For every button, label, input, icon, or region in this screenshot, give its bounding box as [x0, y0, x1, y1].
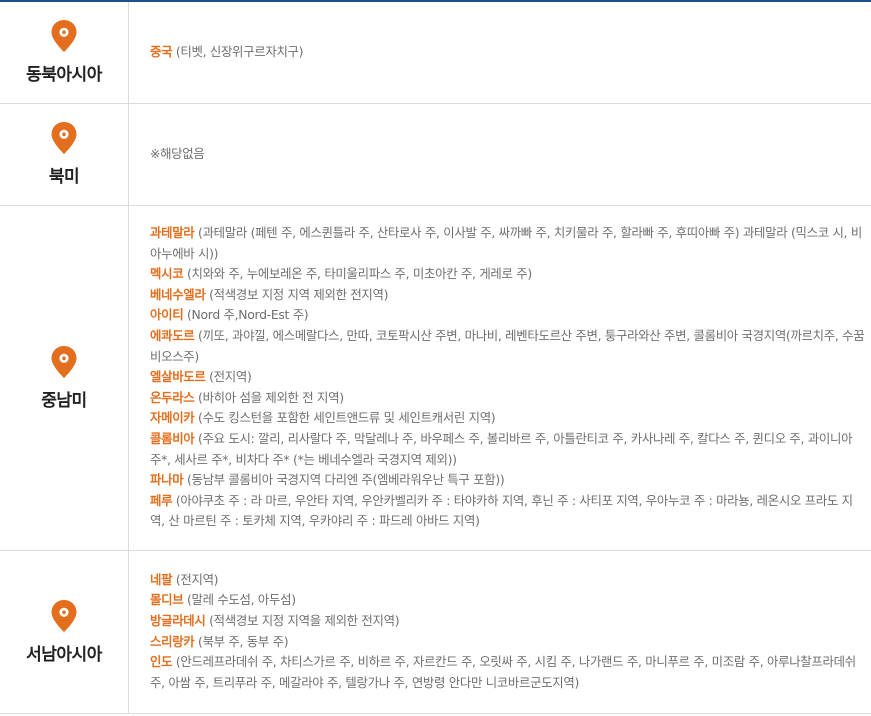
- country-detail: (적색경보 지정 지역을 제외한 전지역): [209, 612, 400, 628]
- country-entry: 에콰도르 (끼또, 과야낄, 에스메랄다스, 만따, 코토팍시산 주변, 마나비…: [150, 326, 865, 367]
- country-entry: 자메이카 (수도 킹스턴을 포함한 세인트앤드류 및 세인트캐서린 지역): [150, 408, 865, 429]
- country-detail: (Nord 주,Nord-Est 주): [186, 307, 309, 323]
- region-name: 중남미: [41, 390, 87, 411]
- country-entry: 베네수엘라 (적색경보 지정 지역 제외한 전지역): [150, 285, 865, 306]
- country-detail: (주요 도시: 깔리, 리사랄다 주, 막달레나 주, 바우페스 주, 볼리바르…: [150, 430, 853, 467]
- country-entry: 인도 (안드레프라데쉬 주, 차티스가르 주, 비하르 주, 자르칸드 주, 오…: [150, 652, 865, 693]
- country-entry: 중국 (티벳, 신장위구르자치구): [150, 42, 865, 63]
- country-name: 페루: [150, 492, 173, 508]
- region-cell: 동북아시아: [0, 2, 129, 103]
- country-detail: (티벳, 신장위구르자치구): [175, 43, 304, 59]
- country-detail: (과테말라 (페텐 주, 에스퀸틀라 주, 산타로사 주, 이사발 주, 싸까빠…: [150, 225, 862, 261]
- country-detail: (말레 수도섬, 아두섬): [186, 592, 296, 608]
- country-name: 몰디브: [150, 592, 184, 608]
- map-pin-icon: [50, 599, 78, 633]
- country-entry: 스리랑카 (북부 주, 동부 주): [150, 632, 865, 653]
- country-entry: 페루 (아야쿠초 주 : 라 마르, 우안타 지역, 우안카벨리카 주 : 타야…: [150, 491, 865, 532]
- country-detail: (전지역): [175, 571, 219, 587]
- country-detail: (바히아 섬을 제외한 전 지역): [198, 389, 344, 405]
- country-entry: 몰디브 (말레 수도섬, 아두섬): [150, 590, 865, 611]
- country-name: 베네수엘라: [150, 286, 206, 302]
- country-detail: (전지역): [209, 369, 252, 385]
- country-list: 과테말라 (과테말라 (페텐 주, 에스퀸틀라 주, 산타로사 주, 이사발 주…: [129, 205, 871, 550]
- country-entry: 파나마 (동남부 콜롬비아 국경지역 다리엔 주(엠베라워우난 특구 포함)): [150, 470, 865, 491]
- country-name: 에콰도르: [150, 328, 195, 344]
- country-entry: 엘살바도르 (전지역): [150, 367, 865, 388]
- country-detail: (끼또, 과야낄, 에스메랄다스, 만따, 코토팍시산 주변, 마나비, 레벤타…: [150, 328, 865, 364]
- country-name: 멕시코: [150, 266, 184, 282]
- country-name: 과테말라: [150, 225, 195, 241]
- country-detail: (아야쿠초 주 : 라 마르, 우안타 지역, 우안카벨리카 주 : 타야카하 …: [150, 492, 853, 529]
- map-pin-icon: [50, 345, 78, 379]
- country-name: 파나마: [150, 472, 184, 488]
- country-name: 자메이카: [150, 410, 195, 426]
- country-detail: (치와와 주, 누에보레온 주, 타미울리파스 주, 미초아칸 주, 게레로 주…: [186, 266, 532, 282]
- country-entry: 아이티 (Nord 주,Nord-Est 주): [150, 305, 865, 326]
- country-list: 중국 (티벳, 신장위구르자치구): [129, 2, 871, 103]
- country-name: 네팔: [150, 571, 173, 587]
- country-name: 중국: [150, 43, 173, 59]
- region-cell: 중남미: [0, 205, 129, 550]
- region-cell: 서남아시아: [0, 550, 129, 713]
- region-row: 중남미 과테말라 (과테말라 (페텐 주, 에스퀸틀라 주, 산타로사 주, 이사…: [0, 205, 871, 550]
- map-pin-icon: [50, 121, 78, 155]
- region-name: 북미: [48, 167, 80, 187]
- region-row: 서남아시아 네팔 (전지역) 몰디브 (말레 수도섬, 아두섬) 방글라데시 (적색경…: [0, 550, 871, 713]
- country-name: 아이티: [150, 307, 184, 323]
- country-name: 콜롬비아: [150, 430, 195, 446]
- country-entry: 멕시코 (치와와 주, 누에보레온 주, 타미울리파스 주, 미초아칸 주, 게…: [150, 264, 865, 285]
- country-detail: (북부 주, 동부 주): [198, 633, 289, 649]
- country-entry: 콜롬비아 (주요 도시: 깔리, 리사랄다 주, 막달레나 주, 바우페스 주,…: [150, 429, 865, 470]
- country-detail: (수도 킹스턴을 포함한 세인트앤드류 및 세인트캐서린 지역): [198, 410, 496, 426]
- country-name: 방글라데시: [150, 612, 206, 628]
- country-name: 스리랑카: [150, 633, 195, 649]
- map-pin-icon: [50, 19, 78, 53]
- region-table: 동북아시아 중국 (티벳, 신장위구르자치구) 북미 ※해당없음중남미 과테말라 (과테…: [0, 2, 871, 714]
- country-name: 인도: [150, 654, 173, 670]
- country-name: 온두라스: [150, 389, 195, 405]
- country-name: 엘살바도르: [150, 369, 206, 385]
- region-cell: 북미: [0, 103, 129, 205]
- country-list: 네팔 (전지역) 몰디브 (말레 수도섬, 아두섬) 방글라데시 (적색경보 지정 …: [129, 550, 871, 713]
- region-name: 동북아시아: [26, 65, 102, 86]
- country-entry: 방글라데시 (적색경보 지정 지역을 제외한 전지역): [150, 611, 865, 632]
- region-row: 북미 ※해당없음: [0, 103, 871, 205]
- country-list: ※해당없음: [129, 103, 871, 205]
- country-detail: (적색경보 지정 지역 제외한 전지역): [209, 286, 389, 302]
- region-row: 동북아시아 중국 (티벳, 신장위구르자치구): [0, 2, 871, 103]
- not-applicable-text: ※해당없음: [150, 145, 205, 161]
- country-entry: 온두라스 (바히아 섬을 제외한 전 지역): [150, 388, 865, 409]
- region-name: 서남아시아: [26, 644, 102, 665]
- country-detail: (안드레프라데쉬 주, 차티스가르 주, 비하르 주, 자르칸드 주, 오릿싸 …: [150, 654, 856, 690]
- country-entry: 과테말라 (과테말라 (페텐 주, 에스퀸틀라 주, 산타로사 주, 이사발 주…: [150, 223, 865, 264]
- country-entry: 네팔 (전지역): [150, 570, 865, 591]
- country-detail: (동남부 콜롬비아 국경지역 다리엔 주(엠베라워우난 특구 포함)): [186, 472, 505, 488]
